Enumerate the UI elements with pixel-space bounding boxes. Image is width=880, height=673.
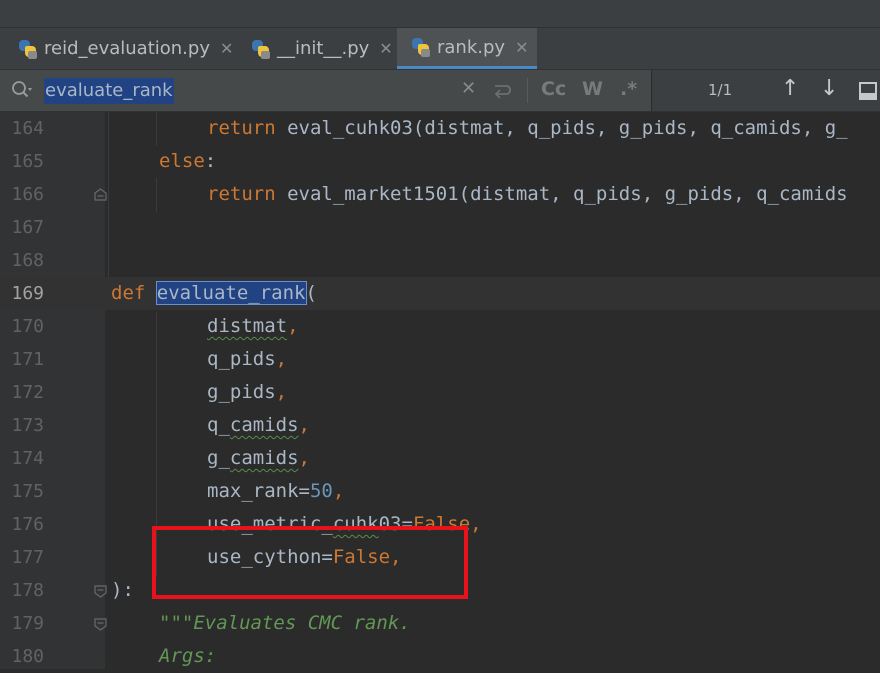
function-name-search-match: evaluate_rank	[155, 281, 307, 305]
comma: ,	[332, 480, 345, 502]
multiselect-icon[interactable]	[858, 81, 878, 101]
line-number: 171	[11, 349, 44, 370]
python-file-icon	[411, 37, 431, 57]
line-number: 170	[11, 316, 44, 337]
find-bar: evaluate_rank ✕ Cc W .* 1/1 ↑ ↓	[0, 70, 880, 112]
docstring: Args:	[159, 645, 217, 667]
code-text: eval_market1501(distmat, q_pids, g_pids,…	[275, 183, 848, 205]
line-number: 177	[11, 547, 44, 568]
code-line: 175 max_rank=50,	[0, 475, 880, 508]
code-line: 165 else:	[0, 145, 880, 178]
line-number: 168	[11, 250, 44, 271]
line-number: 169	[11, 283, 44, 304]
comma: ,	[287, 315, 299, 337]
tab-label: __init__.py	[277, 38, 370, 59]
param-name: camids	[229, 414, 299, 436]
param-name: q_	[207, 414, 230, 436]
code-line: 172 g_pids,	[0, 376, 880, 409]
tab-reid-evaluation[interactable]: reid_evaluation.py ✕	[0, 28, 237, 69]
line-number: 176	[11, 514, 44, 535]
tab-rank[interactable]: rank.py ✕	[397, 28, 537, 69]
keyword: def	[111, 282, 146, 304]
line-number: 164	[11, 118, 44, 139]
code-line: 170 distmat,	[0, 310, 880, 343]
search-box: evaluate_rank ✕ Cc W .*	[0, 70, 652, 111]
code-line: 168	[0, 244, 880, 277]
tab-label: rank.py	[437, 36, 506, 58]
comma: ,	[275, 348, 288, 370]
code-text: ):	[111, 579, 134, 601]
code-line: 179 """Evaluates CMC rank.	[0, 607, 880, 640]
code-text: :	[204, 150, 217, 172]
code-text: (	[305, 282, 317, 304]
match-count: 1/1	[708, 81, 733, 99]
line-number: 175	[11, 481, 44, 502]
param-name: q_pids	[207, 348, 276, 370]
regex-button[interactable]: .*	[620, 78, 637, 100]
number: 50	[309, 480, 333, 502]
code-line: 174 g_camids,	[0, 442, 880, 475]
line-number: 179	[11, 613, 44, 634]
code-line: 166 return eval_market1501(distmat, q_pi…	[0, 178, 880, 211]
fold-start-icon[interactable]	[94, 618, 107, 631]
param-name: camids	[229, 447, 299, 469]
close-tab-icon[interactable]: ✕	[220, 39, 233, 58]
line-number: 173	[11, 415, 44, 436]
param-name: g_pids	[207, 381, 276, 403]
code-text: eval_cuhk03(distmat, q_pids, g_pids, q_c…	[275, 117, 848, 139]
line-number: 174	[11, 448, 44, 469]
whole-words-button[interactable]: W	[582, 78, 603, 100]
comma: ,	[298, 447, 310, 469]
code-line: 180 Args:	[0, 640, 880, 673]
line-number: 167	[11, 217, 44, 238]
fold-end-icon[interactable]	[94, 188, 107, 201]
python-file-icon	[251, 39, 271, 59]
editor-tab-bar: reid_evaluation.py ✕ __init__.py ✕ rank.…	[0, 28, 880, 70]
search-input[interactable]: evaluate_rank	[44, 78, 174, 104]
docstring: """Evaluates CMC rank.	[159, 612, 411, 634]
keyword: else	[159, 150, 205, 172]
next-occurrence-button[interactable]: ↓	[820, 76, 838, 101]
keyword: return	[207, 183, 276, 205]
close-tab-icon[interactable]: ✕	[515, 38, 528, 57]
tab-label: reid_evaluation.py	[44, 38, 210, 59]
current-line: 169 def evaluate_rank(	[0, 277, 880, 310]
highlight-annotation-box	[152, 526, 468, 599]
clear-search-icon[interactable]: ✕	[461, 78, 476, 99]
code-line: 164 return eval_cuhk03(distmat, q_pids, …	[0, 112, 880, 145]
line-number: 178	[11, 580, 44, 601]
code-line: 167	[0, 211, 880, 244]
line-number: 166	[11, 184, 44, 205]
param-name: distmat	[207, 315, 288, 337]
line-number: 180	[11, 646, 44, 667]
param-name: g_	[207, 447, 230, 469]
comma: ,	[470, 513, 482, 535]
close-tab-icon[interactable]: ✕	[379, 39, 392, 58]
line-number: 165	[11, 151, 44, 172]
python-file-icon	[18, 39, 38, 59]
divider	[527, 78, 528, 103]
new-line-icon[interactable]	[491, 80, 513, 100]
search-icon[interactable]	[11, 79, 33, 101]
code-line: 171 q_pids,	[0, 343, 880, 376]
param-name: max_rank=	[207, 480, 310, 502]
tab-init[interactable]: __init__.py ✕	[237, 28, 397, 69]
code-line: 173 q_camids,	[0, 409, 880, 442]
match-case-button[interactable]: Cc	[541, 78, 566, 100]
line-number: 172	[11, 382, 44, 403]
window-top-strip	[0, 0, 880, 28]
previous-occurrence-button[interactable]: ↑	[781, 76, 799, 101]
fold-end-icon[interactable]	[94, 585, 107, 598]
comma: ,	[298, 414, 310, 436]
comma: ,	[275, 381, 288, 403]
keyword: return	[207, 117, 276, 139]
